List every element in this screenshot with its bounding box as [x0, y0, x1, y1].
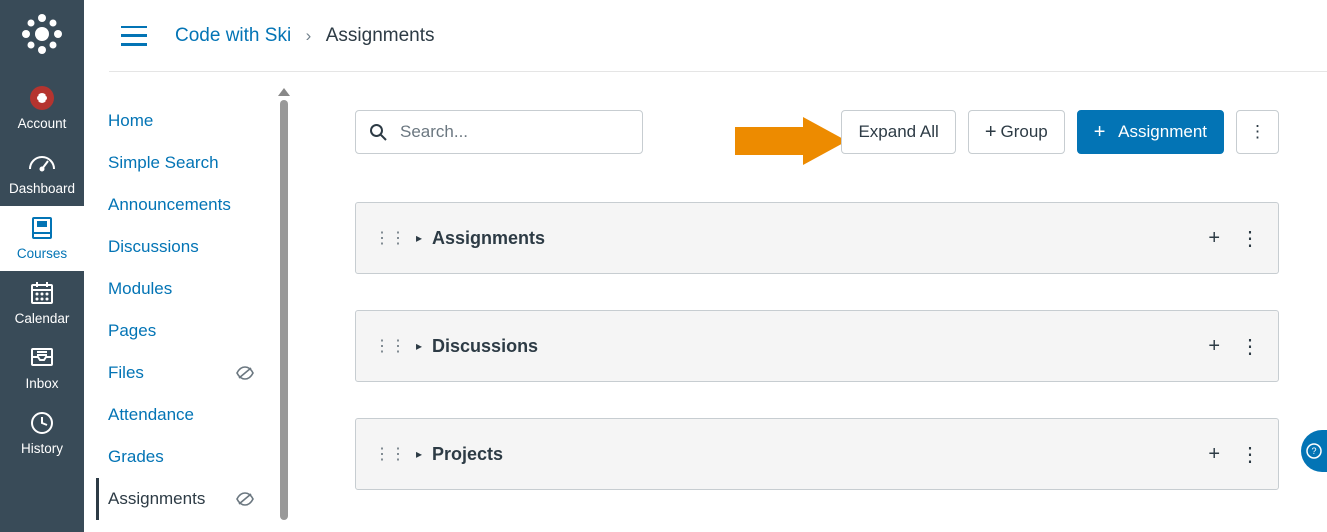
add-assignment-button[interactable]: + Assignment — [1077, 110, 1224, 154]
top-bar: Code with Ski › Assignments — [109, 0, 1327, 72]
scrollbar[interactable] — [278, 88, 288, 528]
course-nav: Home Simple Search Announcements Discuss… — [84, 100, 274, 532]
course-nav-grades[interactable]: Grades — [108, 436, 274, 478]
breadcrumb-course-link[interactable]: Code with Ski — [175, 25, 291, 46]
breadcrumb-current: Assignments — [326, 25, 435, 46]
search-icon — [369, 123, 387, 141]
assignment-group: ⋮⋮ ▸ Projects + ⋮ — [355, 418, 1279, 490]
nav-label: Courses — [17, 246, 67, 261]
main-content: Expand All +Group + Assignment ⋮ ⋮⋮ ▸ As… — [355, 110, 1279, 526]
nav-calendar[interactable]: Calendar — [0, 271, 84, 336]
more-options-button[interactable]: ⋮ — [1236, 110, 1279, 154]
plus-icon: + — [985, 122, 997, 142]
nav-label: History — [21, 441, 63, 456]
nav-courses[interactable]: Courses — [0, 206, 84, 271]
global-nav: Account Dashboard Courses Calendar Inbox… — [0, 0, 84, 532]
add-item-button[interactable]: + — [1208, 443, 1220, 466]
group-kebab-icon[interactable]: ⋮ — [1240, 442, 1260, 467]
course-nav-files[interactable]: Files — [108, 352, 274, 394]
assignment-group: ⋮⋮ ▸ Assignments + ⋮ — [355, 202, 1279, 274]
add-item-button[interactable]: + — [1208, 227, 1220, 250]
group-kebab-icon[interactable]: ⋮ — [1240, 226, 1260, 251]
course-nav-modules[interactable]: Modules — [108, 268, 274, 310]
dashboard-icon — [28, 149, 56, 177]
caret-right-icon[interactable]: ▸ — [416, 231, 422, 245]
course-nav-discussions[interactable]: Discussions — [108, 226, 274, 268]
account-icon — [28, 84, 56, 112]
assignment-group: ⋮⋮ ▸ Discussions + ⋮ — [355, 310, 1279, 382]
hamburger-menu[interactable] — [121, 26, 147, 46]
breadcrumb: Code with Ski › Assignments — [175, 25, 435, 47]
nav-label: Calendar — [15, 311, 70, 326]
course-nav-simple-search[interactable]: Simple Search — [108, 142, 274, 184]
toolbar: Expand All +Group + Assignment ⋮ — [355, 110, 1279, 154]
nav-account[interactable]: Account — [0, 76, 84, 141]
nav-label: Inbox — [25, 376, 58, 391]
group-title: Assignments — [432, 228, 545, 249]
help-bubble[interactable]: ? — [1301, 430, 1327, 472]
course-nav-assignments[interactable]: Assignments — [96, 478, 274, 520]
canvas-logo[interactable] — [20, 12, 64, 56]
calendar-icon — [29, 279, 55, 307]
course-nav-announcements[interactable]: Announcements — [108, 184, 274, 226]
hidden-icon — [236, 366, 254, 380]
course-nav-pages[interactable]: Pages — [108, 310, 274, 352]
plus-icon: + — [1094, 122, 1106, 142]
course-nav-attendance[interactable]: Attendance — [108, 394, 274, 436]
drag-handle-icon[interactable]: ⋮⋮ — [374, 336, 406, 356]
caret-right-icon[interactable]: ▸ — [416, 447, 422, 461]
search-input[interactable] — [355, 110, 643, 154]
history-icon — [29, 409, 55, 437]
drag-handle-icon[interactable]: ⋮⋮ — [374, 444, 406, 464]
add-group-button[interactable]: +Group — [968, 110, 1065, 154]
expand-all-button[interactable]: Expand All — [841, 110, 955, 154]
group-title: Projects — [432, 444, 503, 465]
svg-text:?: ? — [1311, 446, 1316, 456]
hidden-icon — [236, 492, 254, 506]
courses-icon — [29, 214, 55, 242]
add-item-button[interactable]: + — [1208, 335, 1220, 358]
drag-handle-icon[interactable]: ⋮⋮ — [374, 228, 406, 248]
group-title: Discussions — [432, 336, 538, 357]
kebab-icon: ⋮ — [1249, 122, 1266, 142]
nav-history[interactable]: History — [0, 401, 84, 466]
breadcrumb-separator: › — [306, 26, 312, 45]
nav-label: Dashboard — [9, 181, 75, 196]
inbox-icon — [29, 344, 55, 372]
group-kebab-icon[interactable]: ⋮ — [1240, 334, 1260, 359]
course-nav-home[interactable]: Home — [108, 100, 274, 142]
search-box — [355, 110, 643, 154]
nav-inbox[interactable]: Inbox — [0, 336, 84, 401]
nav-label: Account — [18, 116, 67, 131]
nav-dashboard[interactable]: Dashboard — [0, 141, 84, 206]
caret-right-icon[interactable]: ▸ — [416, 339, 422, 353]
